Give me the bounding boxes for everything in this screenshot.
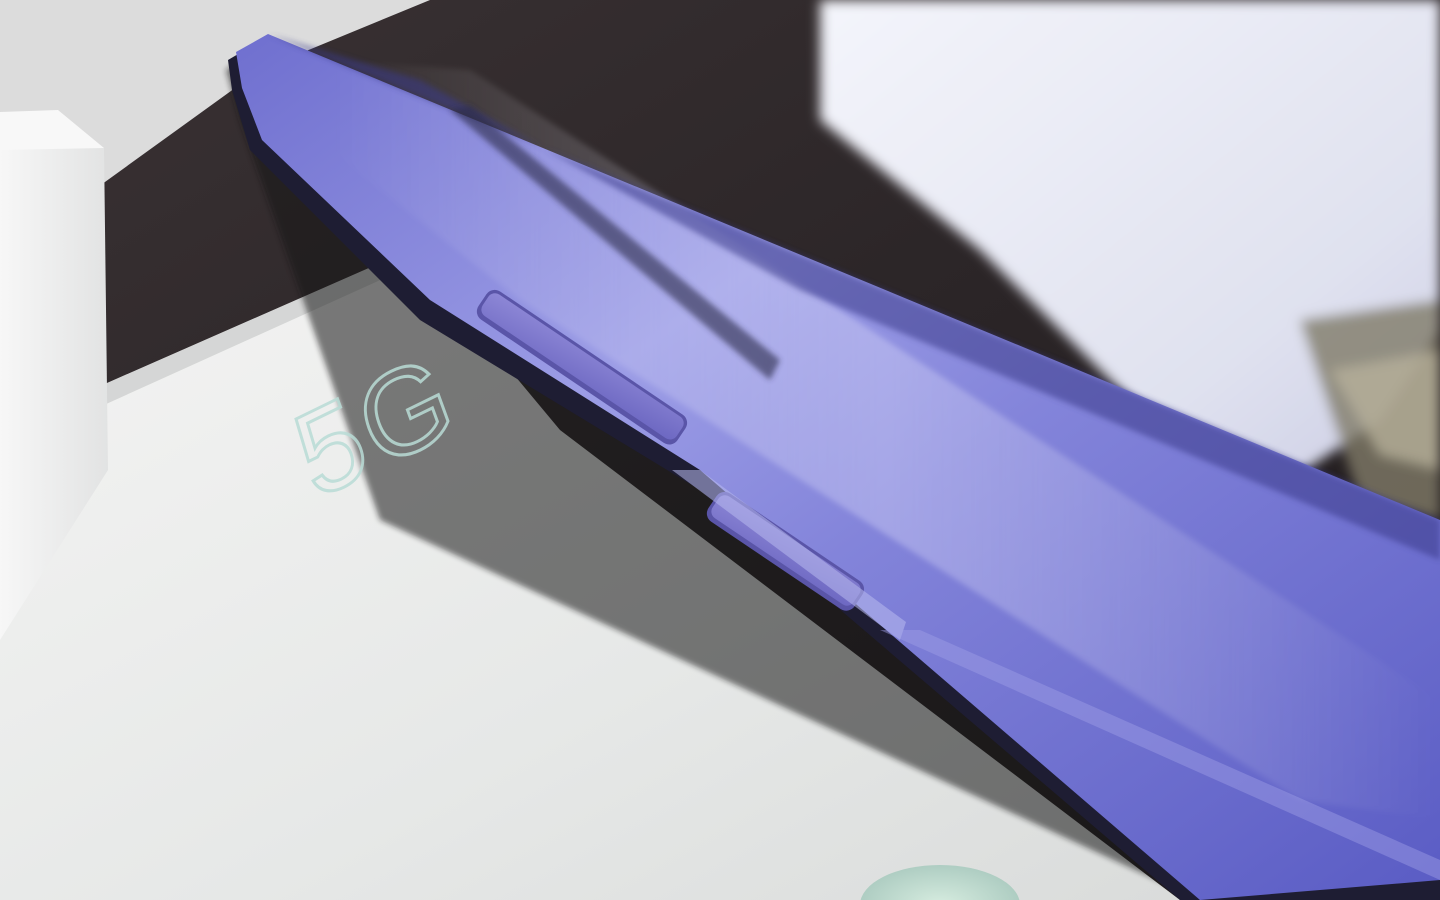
photo-scene: 5G bbox=[0, 0, 1440, 900]
photo-illustration bbox=[0, 0, 1440, 900]
